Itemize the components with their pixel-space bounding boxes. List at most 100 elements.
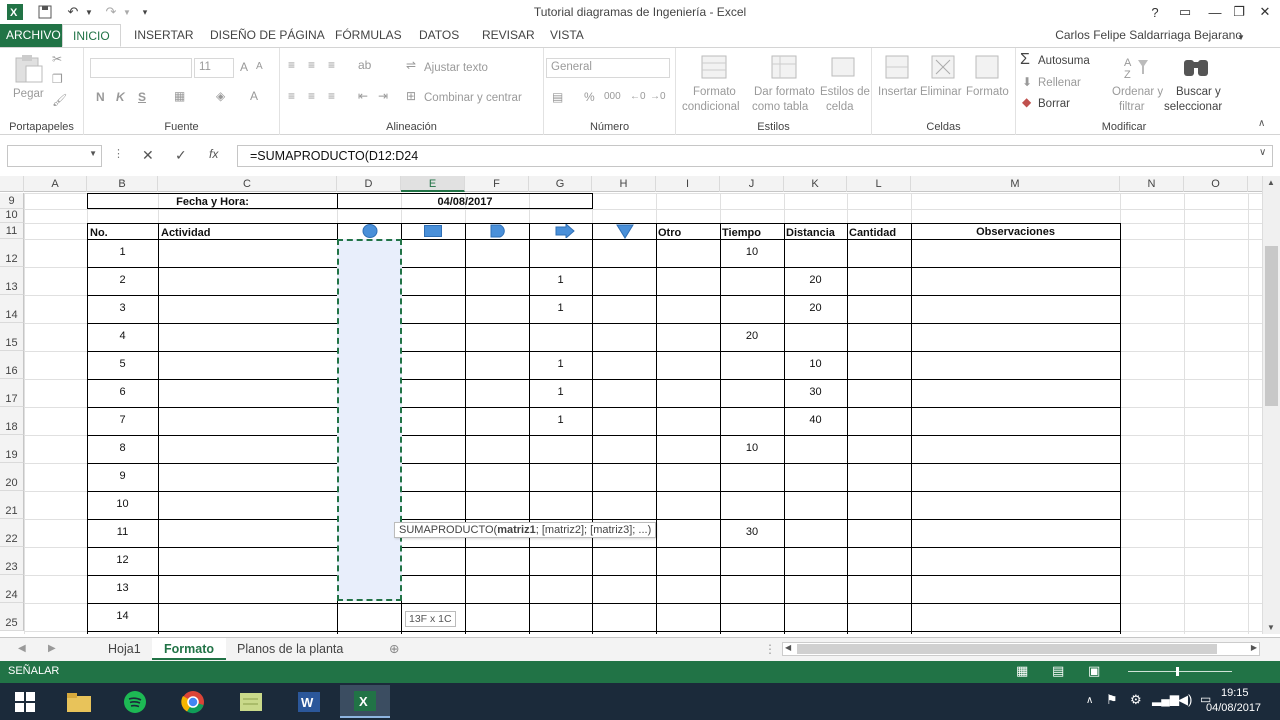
italic-button[interactable]: K (116, 90, 125, 104)
format-cells-label[interactable]: Formato (966, 86, 1009, 98)
conditional-format-label-2[interactable]: condicional (682, 101, 740, 113)
header-observaciones[interactable]: Observaciones (911, 226, 1120, 238)
distancia-cell[interactable]: 20 (784, 274, 847, 286)
clock-time[interactable]: 19:15 (1221, 687, 1249, 699)
transport-count-cell[interactable]: 1 (529, 274, 592, 286)
distancia-cell[interactable]: 20 (784, 302, 847, 314)
decrease-indent-icon[interactable]: ⇤ (358, 89, 368, 103)
notes-app-icon[interactable] (226, 685, 276, 718)
sort-filter-label-1[interactable]: Ordenar y (1112, 86, 1163, 98)
transport-count-cell[interactable]: 1 (529, 358, 592, 370)
col-header-n[interactable]: N (1120, 176, 1184, 192)
copy-icon[interactable]: ❐ (52, 72, 63, 86)
row-header[interactable]: 9 (0, 193, 24, 209)
tray-chevron-icon[interactable]: ∧ (1086, 695, 1093, 706)
user-dropdown-icon[interactable]: ▼ (1232, 28, 1250, 46)
file-explorer-icon[interactable] (54, 685, 104, 718)
cell-styles-label-2[interactable]: celda (826, 101, 854, 113)
col-header-c[interactable]: C (158, 176, 337, 192)
col-header-j[interactable]: J (720, 176, 784, 192)
tab-insertar[interactable]: INSERTAR (124, 24, 204, 47)
insert-cells-label[interactable]: Insertar (878, 86, 917, 98)
user-account[interactable]: Carlos Felipe Saldarriaga Bejarano (1055, 28, 1242, 42)
formula-input[interactable]: =SUMAPRODUCTO(D12:D24 (237, 145, 1273, 167)
row-number-cell[interactable]: 13 (87, 582, 158, 594)
binoculars-icon[interactable] (1180, 52, 1212, 82)
row-header[interactable]: 20 (0, 463, 24, 491)
insert-cells-icon[interactable] (882, 52, 914, 82)
orientation-icon[interactable]: ab (358, 58, 371, 72)
vertical-scroll-thumb[interactable] (1265, 246, 1278, 406)
row-number-cell[interactable]: 9 (87, 470, 158, 482)
row-number-cell[interactable]: 10 (87, 498, 158, 510)
close-icon[interactable]: ✕ (1250, 0, 1280, 24)
clock-date[interactable]: 04/08/2017 (1206, 702, 1261, 714)
sort-filter-label-2[interactable]: filtrar (1119, 101, 1145, 113)
row-header[interactable]: 19 (0, 435, 24, 463)
fill-button[interactable]: Rellenar (1038, 77, 1081, 89)
wrap-text-icon[interactable]: ⇌ (406, 58, 416, 72)
page-layout-icon[interactable]: ▤ (1052, 663, 1064, 679)
format-as-table-label-2[interactable]: como tabla (752, 101, 808, 113)
cut-icon[interactable]: ✂ (52, 52, 62, 66)
autosum-icon[interactable]: Σ (1020, 51, 1030, 69)
row-number-cell[interactable]: 5 (87, 358, 158, 370)
cancel-icon[interactable]: ✕ (142, 147, 154, 164)
format-as-table-icon[interactable] (768, 52, 800, 82)
delete-cells-label[interactable]: Eliminar (920, 86, 962, 98)
vertical-scrollbar[interactable]: ▲ ▼ (1262, 176, 1280, 634)
select-all-corner[interactable] (0, 176, 24, 192)
row-header[interactable]: 25 (0, 603, 24, 631)
row-number-cell[interactable]: 1 (87, 246, 158, 258)
row-number-cell[interactable]: 3 (87, 302, 158, 314)
col-header-l[interactable]: L (847, 176, 911, 192)
format-cells-icon[interactable] (972, 52, 1004, 82)
paste-label[interactable]: Pegar (13, 88, 44, 100)
paste-icon[interactable] (12, 54, 44, 84)
find-select-label-2[interactable]: seleccionar (1164, 101, 1222, 113)
number-format-select[interactable]: General (546, 58, 670, 78)
sheet-tab-hoja1[interactable]: Hoja1 (96, 638, 153, 660)
col-header-k[interactable]: K (784, 176, 847, 192)
row-number-cell[interactable]: 6 (87, 386, 158, 398)
distancia-cell[interactable]: 40 (784, 414, 847, 426)
zoom-slider[interactable] (1128, 671, 1232, 672)
tray-security-icon[interactable]: ⚑ (1106, 692, 1118, 708)
tiempo-cell[interactable]: 10 (720, 246, 784, 258)
sheet-nav-prev-icon[interactable]: ◀ (18, 638, 26, 660)
row-number-cell[interactable]: 12 (87, 554, 158, 566)
col-header-h[interactable]: H (592, 176, 656, 192)
fecha-value[interactable]: 04/08/2017 (338, 196, 592, 208)
increase-indent-icon[interactable]: ⇥ (378, 89, 388, 103)
cell-styles-icon[interactable] (828, 52, 860, 82)
delete-cells-icon[interactable] (928, 52, 960, 82)
autosum-button[interactable]: Autosuma (1038, 55, 1090, 67)
col-header-a[interactable]: A (24, 176, 87, 192)
insert-function-icon[interactable]: fx (209, 147, 218, 161)
percent-button[interactable]: % (584, 90, 595, 104)
align-center-icon[interactable]: ≡ (308, 89, 315, 103)
conditional-format-icon[interactable] (698, 52, 730, 82)
row-header[interactable]: 16 (0, 351, 24, 379)
row-header[interactable]: 23 (0, 547, 24, 575)
col-header-g[interactable]: G (529, 176, 592, 192)
normal-view-icon[interactable]: ▦ (1016, 663, 1028, 679)
col-header-o[interactable]: O (1184, 176, 1248, 192)
tray-volume-icon[interactable]: ◀) (1178, 692, 1192, 708)
row-number-cell[interactable]: 2 (87, 274, 158, 286)
tab-archivo[interactable]: ARCHIVO (0, 24, 67, 47)
align-top-icon[interactable]: ≡ (288, 58, 295, 72)
word-icon[interactable]: W (284, 685, 334, 718)
align-left-icon[interactable]: ≡ (288, 89, 295, 103)
col-header-f[interactable]: F (465, 176, 529, 192)
grow-font-icon[interactable]: A (240, 60, 248, 74)
tab-split-icon[interactable]: ⋮ (764, 638, 776, 660)
excel-taskbar-icon[interactable]: X (340, 685, 390, 718)
align-middle-icon[interactable]: ≡ (308, 58, 315, 72)
increase-decimal-icon[interactable]: ←0 (630, 91, 646, 102)
row-header[interactable]: 12 (0, 239, 24, 267)
row-header[interactable]: 22 (0, 519, 24, 547)
sheet-nav-next-icon[interactable]: ▶ (48, 638, 56, 660)
scroll-down-icon[interactable]: ▼ (1267, 623, 1275, 632)
tab-inicio[interactable]: INICIO (62, 24, 121, 47)
